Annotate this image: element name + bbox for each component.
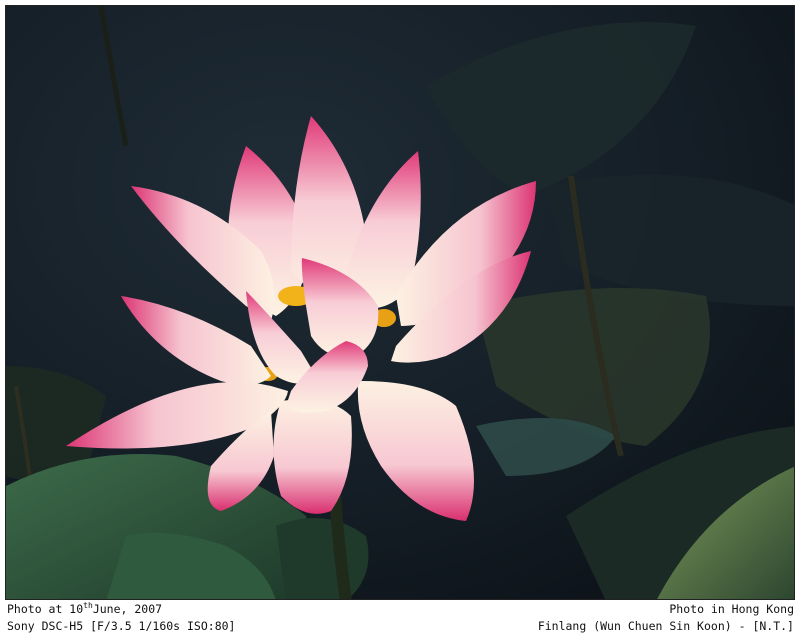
- date-ordinal: th: [83, 601, 93, 611]
- photo-place-detail: Finlang (Wun Chuen Sin Koon) - [N.T.]: [537, 619, 794, 633]
- lotus-illustration: [6, 6, 794, 599]
- lotus-photo: [5, 5, 795, 600]
- camera-settings: Sony DSC-H5 [F/3.5 1/160s ISO:80]: [7, 619, 236, 633]
- caption-row-1: Photo at 10thJune, 2007 Photo in Hong Ko…: [0, 602, 800, 619]
- photo-frame: Photo at 10thJune, 2007 Photo in Hong Ko…: [0, 0, 800, 638]
- caption-row-2: Sony DSC-H5 [F/3.5 1/160s ISO:80] Finlan…: [0, 619, 800, 636]
- photo-date: Photo at 10thJune, 2007: [7, 602, 162, 616]
- date-prefix: Photo at 10: [7, 602, 84, 616]
- date-suffix: June, 2007: [92, 602, 163, 616]
- photo-location: Photo in Hong Kong: [669, 602, 794, 616]
